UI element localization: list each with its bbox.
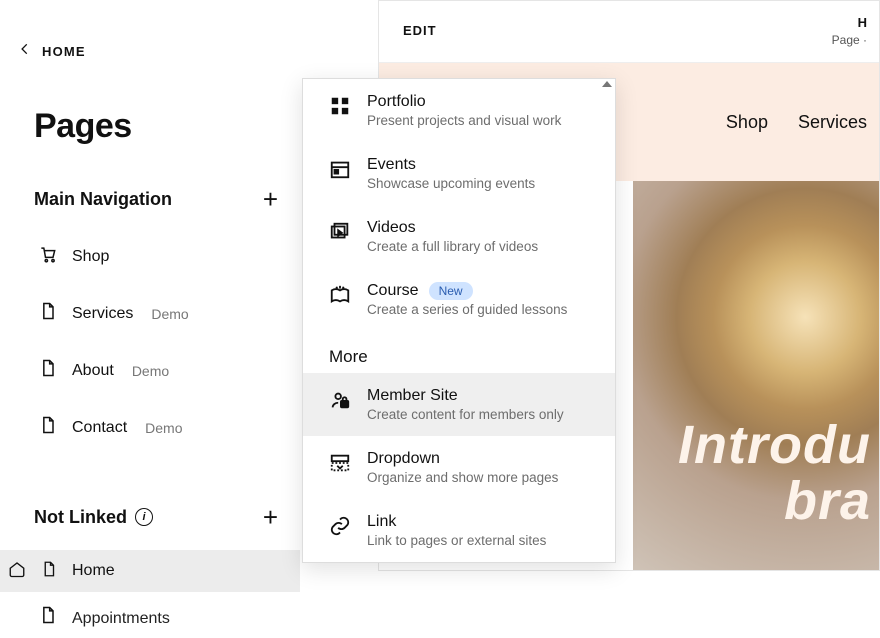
sidebar-item-appointments[interactable]: Appointments [0,596,300,638]
add-page-menu: Portfolio Present projects and visual wo… [302,78,616,563]
sidebar-item-services[interactable]: Services Demo [0,291,300,336]
sidebar-item-home[interactable]: Home [0,550,300,592]
menu-item-desc: Organize and show more pages [367,470,558,485]
menu-item-title: Course [367,282,419,300]
sidebar-item-shop[interactable]: Shop [0,234,300,279]
sidebar-item-label: Appointments [72,610,170,628]
back-home[interactable]: HOME [0,0,300,61]
grid-icon [329,93,351,128]
video-icon [329,219,351,254]
menu-item-desc: Create content for members only [367,407,564,422]
menu-item-desc: Create a full library of videos [367,239,538,254]
sidebar-item-about[interactable]: About Demo [0,348,300,393]
link-icon [329,513,351,548]
scroll-up-icon[interactable] [602,81,612,87]
sidebar-item-label: Shop [72,248,109,266]
section-main-nav: Main Navigation + [0,186,300,212]
preview-nav-services[interactable]: Services [798,112,867,133]
preview-title: H [858,15,867,30]
page-title: Pages [0,61,300,146]
menu-item-videos[interactable]: Videos Create a full library of videos [303,205,615,268]
preview-nav-shop[interactable]: Shop [726,112,768,133]
menu-item-desc: Present projects and visual work [367,113,561,128]
sidebar-item-label: Home [72,562,115,580]
menu-item-title: Events [367,156,535,174]
menu-item-events[interactable]: Events Showcase upcoming events [303,142,615,205]
sidebar-item-label: About [72,362,114,380]
demo-badge: Demo [132,363,169,379]
back-label: HOME [42,44,86,59]
cart-icon [38,244,58,269]
calendar-icon [329,156,351,191]
new-badge: New [429,282,473,300]
home-icon [8,560,26,583]
menu-item-title: Videos [367,219,538,237]
menu-item-title: Link [367,513,546,531]
menu-item-dropdown[interactable]: Dropdown Organize and show more pages [303,436,615,499]
menu-item-member-site[interactable]: Member Site Create content for members o… [303,373,615,436]
book-icon [329,282,351,317]
info-icon[interactable]: i [135,508,153,526]
add-page-notlinked-button[interactable]: + [263,504,278,530]
preview-subtitle: Page · [832,33,867,47]
sidebar-item-contact[interactable]: Contact Demo [0,405,300,450]
menu-item-title: Portfolio [367,93,561,111]
sidebar-item-label: Contact [72,419,127,437]
menu-item-link[interactable]: Link Link to pages or external sites [303,499,615,562]
menu-section-more: More [303,331,615,373]
menu-item-course[interactable]: Course New Create a series of guided les… [303,268,615,331]
page-icon [38,415,58,440]
section-not-linked: Not Linked i + [0,504,300,530]
menu-item-desc: Showcase upcoming events [367,176,535,191]
demo-badge: Demo [151,306,188,322]
menu-item-title: Dropdown [367,450,558,468]
menu-item-portfolio[interactable]: Portfolio Present projects and visual wo… [303,79,615,142]
sidebar-item-label: Services [72,305,133,323]
hero-headline: Introdubra [678,417,871,530]
page-icon [38,301,58,326]
section-title: Main Navigation [34,189,172,210]
add-page-main-button[interactable]: + [263,186,278,212]
demo-badge: Demo [145,420,182,436]
chevron-left-icon [18,42,32,61]
menu-item-title: Member Site [367,387,564,405]
menu-item-desc: Create a series of guided lessons [367,302,567,317]
page-icon [38,358,58,383]
hero-image: Introdubra [633,181,879,570]
edit-button[interactable]: EDIT [403,23,437,38]
member-icon [329,387,351,422]
dropdown-icon [329,450,351,485]
page-icon [38,605,58,630]
page-icon [40,560,58,583]
menu-item-desc: Link to pages or external sites [367,533,546,548]
section-title: Not Linked [34,507,127,528]
